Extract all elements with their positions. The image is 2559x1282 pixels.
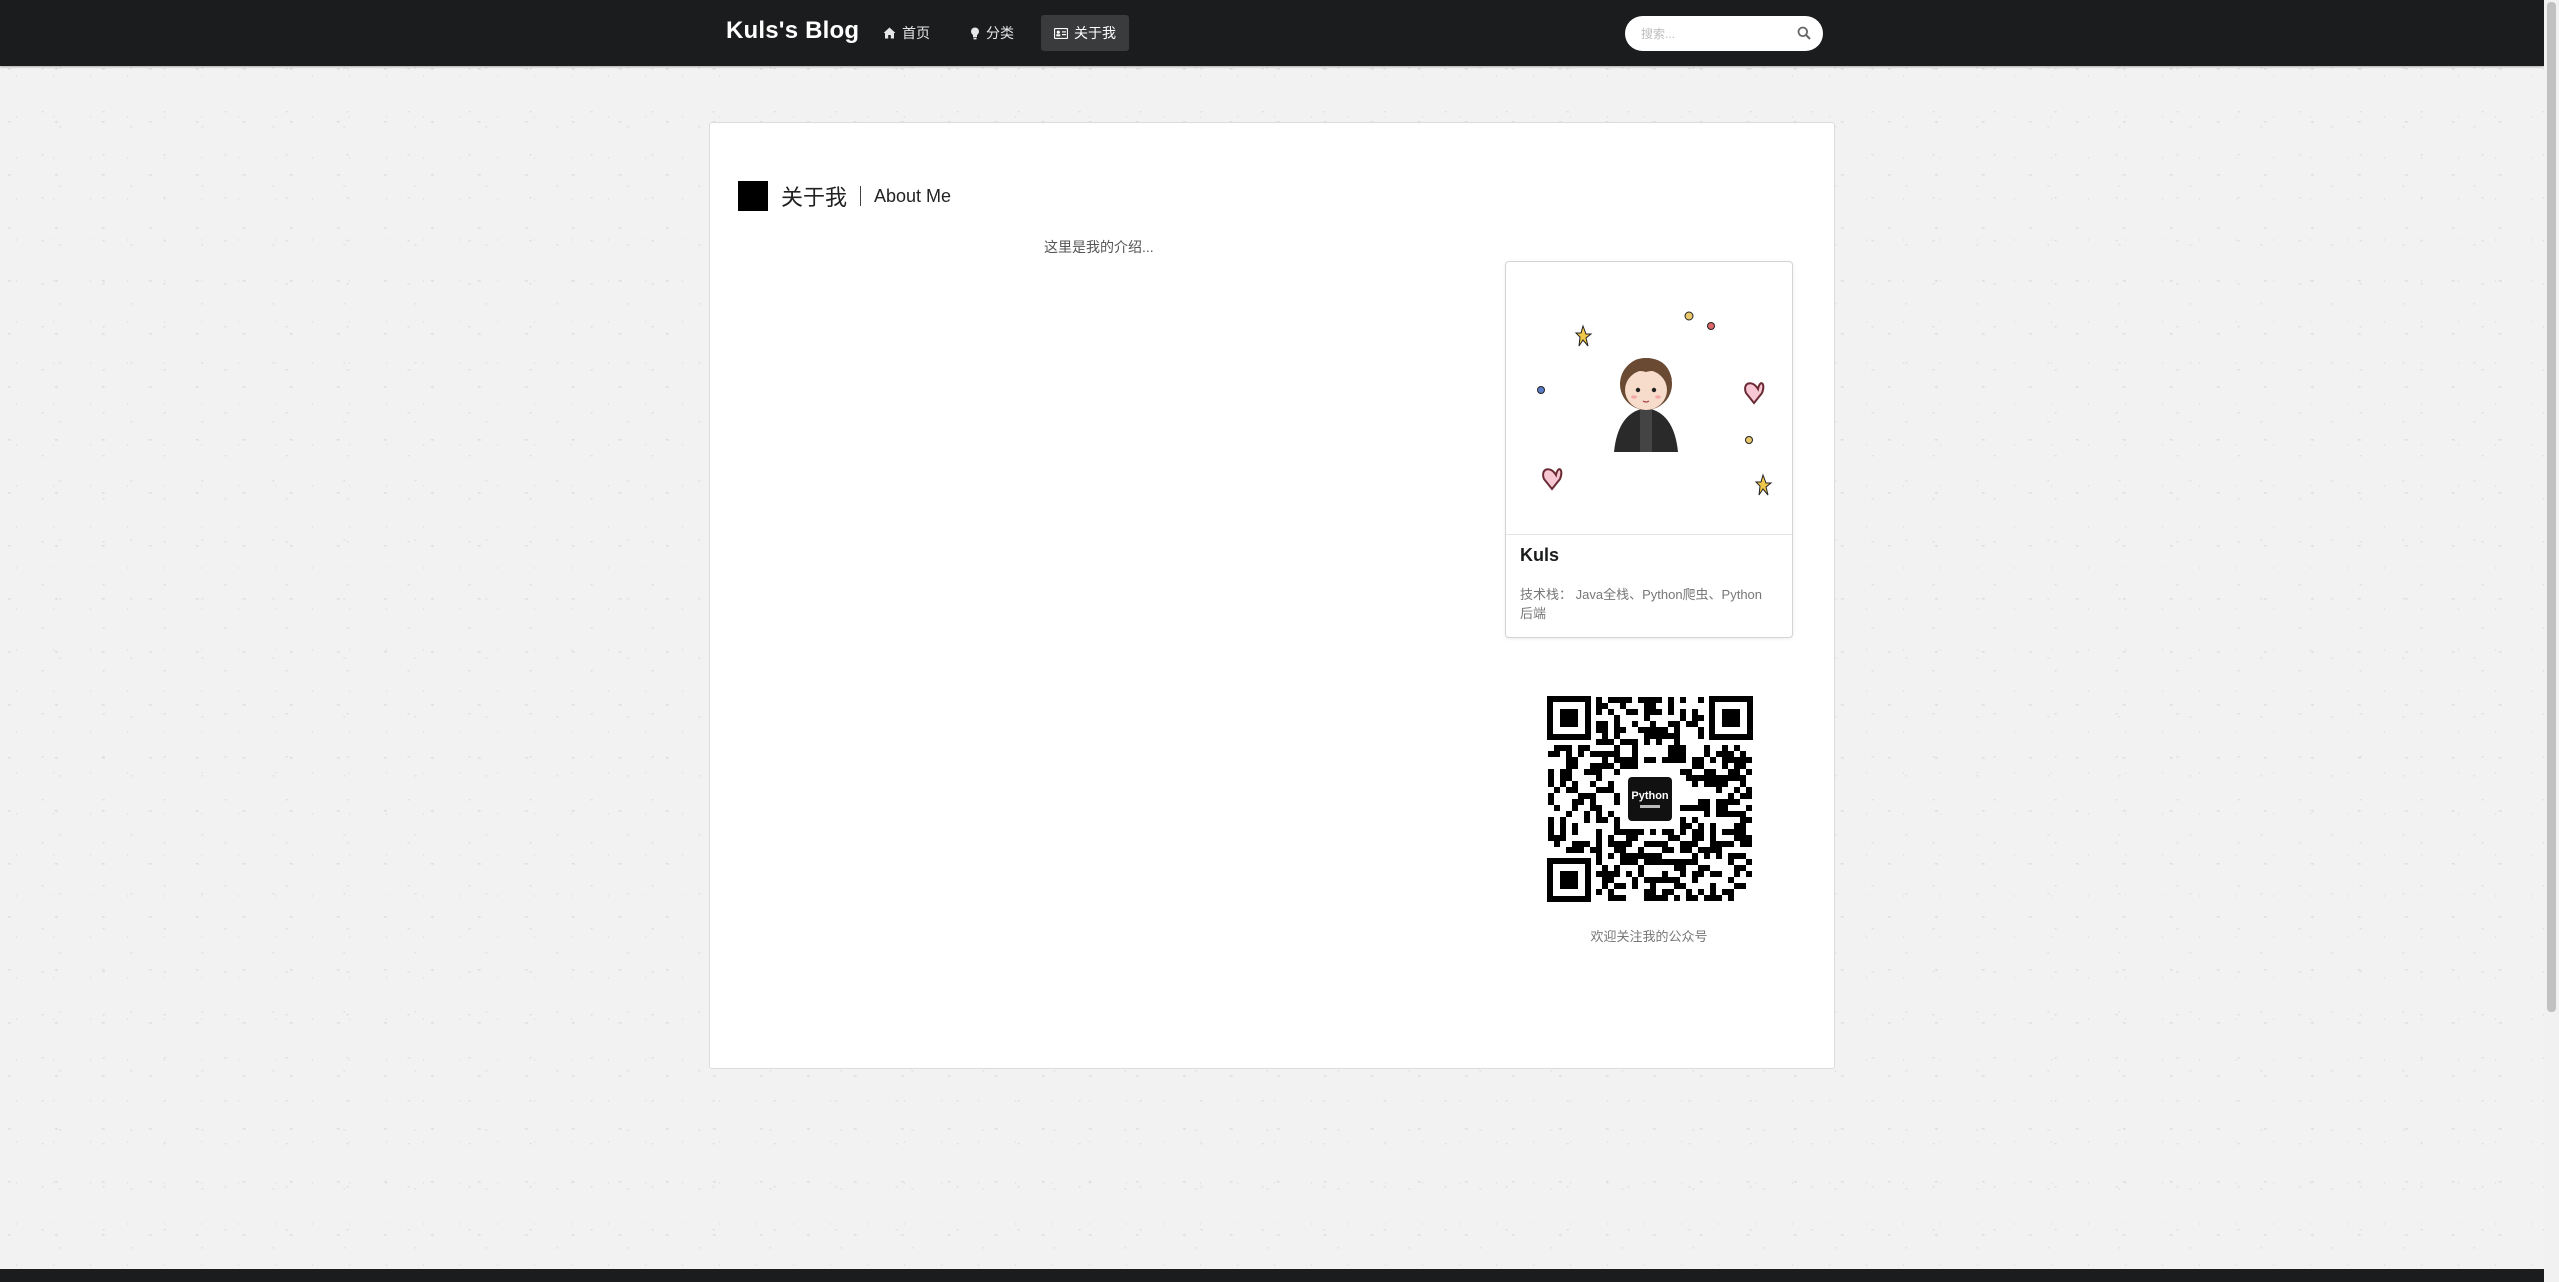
avatar bbox=[1506, 262, 1792, 535]
page-subtitle: About Me bbox=[874, 185, 952, 206]
header-square-icon bbox=[738, 181, 768, 211]
search-input[interactable] bbox=[1639, 23, 1793, 45]
qr-center-label: Python bbox=[1631, 790, 1669, 802]
nav-item-label: 关于我 bbox=[1074, 25, 1116, 41]
profile-name: Kuls bbox=[1520, 545, 1560, 565]
footer-bar bbox=[0, 1269, 2544, 1282]
search-icon[interactable] bbox=[1797, 26, 1811, 45]
page-title: 关于我 bbox=[781, 186, 848, 211]
section-header: 关于我 About Me bbox=[738, 180, 951, 212]
character-illustration bbox=[1614, 358, 1678, 452]
nav-item-category[interactable]: 分类 bbox=[957, 15, 1027, 51]
site-brand[interactable]: Kuls's Blog bbox=[726, 17, 859, 45]
sparkle-icon bbox=[1574, 324, 1773, 496]
search-box bbox=[1625, 16, 1823, 51]
qr-caption: 欢迎关注我的公众号 bbox=[1590, 929, 1708, 944]
nav-item-label: 分类 bbox=[986, 25, 1014, 41]
home-icon bbox=[883, 27, 896, 39]
header-divider bbox=[860, 186, 862, 206]
intro-text: 这里是我的介绍... bbox=[1044, 239, 1154, 255]
top-navbar: Kuls's Blog 首页 分类 关于我 bbox=[0, 0, 2544, 66]
scrollbar-thumb[interactable] bbox=[2547, 2, 2556, 1012]
nav-item-label: 首页 bbox=[902, 25, 930, 41]
profile-card: Kuls 技术栈： Java全栈、Python爬虫、Python后端 bbox=[1505, 261, 1793, 638]
id-card-icon bbox=[1054, 27, 1068, 39]
about-card: 关于我 About Me 这里是我的介绍... Kuls 技术栈： Java全栈… bbox=[709, 122, 1835, 1069]
nav-item-about[interactable]: 关于我 bbox=[1041, 15, 1129, 51]
qr-code-image: Python bbox=[1547, 696, 1753, 902]
profile-description: 技术栈： Java全栈、Python爬虫、Python后端 bbox=[1520, 587, 1763, 621]
nav-item-home[interactable]: 首页 bbox=[870, 15, 943, 51]
qr-code: Python bbox=[1547, 696, 1753, 902]
lightbulb-icon bbox=[970, 27, 980, 40]
